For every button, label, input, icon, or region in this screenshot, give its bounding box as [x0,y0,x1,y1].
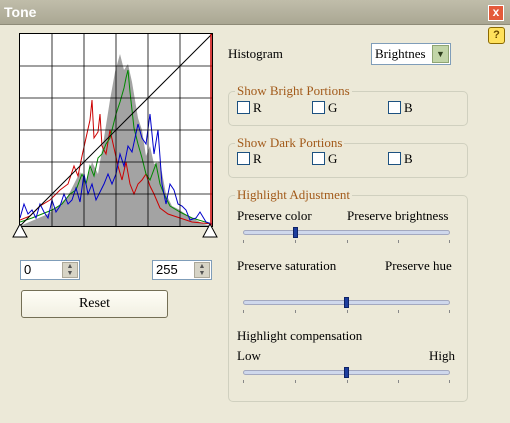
help-icon: ? [493,29,500,41]
dark-g-checkbox[interactable] [312,152,325,165]
histogram-select[interactable]: Brightnes ▼ [371,43,451,65]
slider-tick [347,240,348,243]
bright-g-label: G [328,100,338,115]
highlight-compensation-thumb[interactable] [344,367,349,378]
low-value-stepper[interactable]: 0 ▲ ▼ [20,260,80,280]
low-point-handle[interactable] [12,224,28,238]
saturation-hue-thumb[interactable] [344,297,349,308]
dark-portions-group: Show Dark Portions [228,135,468,178]
high-value-arrows[interactable]: ▲ ▼ [194,262,210,278]
dark-portions-legend: Show Dark Portions [235,135,345,151]
slider-tick [449,310,450,313]
slider-tick [449,240,450,243]
bright-portions-group: Show Bright Portions [228,83,468,126]
color-brightness-thumb[interactable] [293,227,298,238]
low-label: Low [237,348,261,363]
high-value-stepper[interactable]: 255 ▲ ▼ [152,260,212,280]
help-button[interactable]: ? [488,27,505,44]
high-label: High [429,348,455,363]
preserve-saturation-label: Preserve saturation [237,258,337,273]
slider-tick [398,240,399,243]
slider-tick [398,380,399,383]
dark-b-label: B [404,151,413,166]
high-point-handle[interactable] [202,224,218,238]
histogram-select-value: Brightnes [375,46,426,61]
highlight-adjustment-legend: Highlight Adjustment [235,187,353,203]
down-arrow-icon[interactable]: ▼ [195,270,209,277]
title-bar: Tone x [0,0,510,25]
dark-r-checkbox[interactable] [237,152,250,165]
bright-r-checkbox[interactable] [237,101,250,114]
preserve-color-label: Preserve color [237,208,312,223]
bright-r-label: R [253,100,262,115]
close-button[interactable]: x [488,5,504,21]
preserve-brightness-label: Preserve brightness [347,208,449,223]
color-brightness-slider[interactable] [243,230,450,235]
histogram-svg [19,33,213,227]
slider-tick [243,380,244,383]
down-arrow-icon[interactable]: ▼ [63,270,77,277]
chevron-down-icon[interactable]: ▼ [432,45,449,63]
bright-portions-legend: Show Bright Portions [235,83,352,99]
histogram-label: Histogram [228,46,283,61]
low-value-arrows[interactable]: ▲ ▼ [62,262,78,278]
preserve-hue-label: Preserve hue [385,258,452,273]
slider-tick [449,380,450,383]
dark-b-checkbox[interactable] [388,152,401,165]
slider-tick [295,310,296,313]
slider-tick [243,240,244,243]
slider-tick [243,310,244,313]
slider-tick [347,380,348,383]
high-value-field[interactable]: 255 [156,262,178,277]
bright-b-checkbox[interactable] [388,101,401,114]
bright-g-checkbox[interactable] [312,101,325,114]
slider-tick [347,310,348,313]
dark-g-label: G [328,151,338,166]
bright-b-label: B [404,100,413,115]
slider-tick [398,310,399,313]
window-title: Tone [4,4,37,20]
low-value-field[interactable]: 0 [24,262,31,277]
close-icon: x [492,5,500,19]
slider-tick [295,380,296,383]
histogram-graph[interactable] [19,33,213,227]
reset-button[interactable]: Reset [21,290,168,318]
highlight-compensation-label: Highlight compensation [237,328,363,343]
slider-tick [295,240,296,243]
dark-r-label: R [253,151,262,166]
